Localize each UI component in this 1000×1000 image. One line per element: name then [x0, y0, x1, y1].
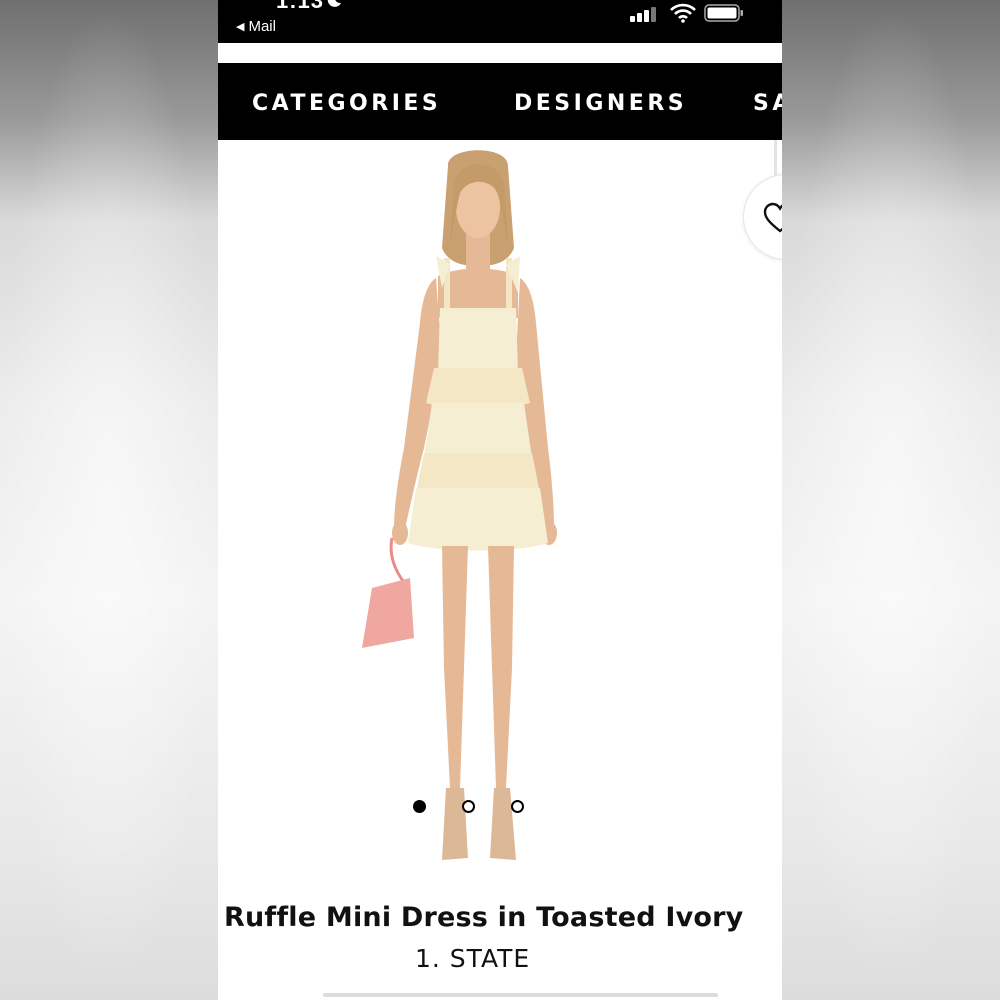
status-time: 1:13 — [276, 0, 325, 13]
product-image — [362, 150, 557, 860]
carousel-dot-3[interactable] — [511, 800, 524, 813]
backdrop-left — [0, 0, 218, 1000]
back-to-mail-link[interactable]: ◀ Mail — [236, 18, 276, 35]
wifi-icon — [670, 3, 696, 23]
back-arrow-icon: ◀ — [236, 21, 245, 33]
nav-designers[interactable]: DESIGNERS — [514, 91, 687, 116]
phone-screen: 1:13 ◀ Mail CATEGORIES DESIGNERS S Ruffl… — [218, 0, 782, 1000]
back-label: Mail — [248, 18, 276, 35]
scroll-indicator — [323, 993, 718, 997]
moon-icon — [327, 0, 341, 7]
nav-sale[interactable]: SA — [753, 91, 782, 116]
product-title: Ruffle Mini Dress in Toasted Ivory — [224, 902, 744, 933]
header-spacer — [218, 43, 782, 63]
category-nav: CATEGORIES DESIGNERS SA — [218, 63, 782, 140]
heart-icon — [763, 202, 782, 233]
carousel-dot-2[interactable] — [462, 800, 475, 813]
carousel-dot-1[interactable] — [413, 800, 426, 813]
carousel-dots — [218, 798, 782, 818]
signal-icon — [630, 7, 656, 22]
nav-categories[interactable]: CATEGORIES — [252, 91, 441, 116]
status-bar: 1:13 ◀ Mail — [218, 0, 782, 43]
battery-icon — [704, 4, 743, 22]
brand-name[interactable]: 1. STATE — [415, 944, 530, 973]
backdrop-right — [782, 0, 1000, 1000]
